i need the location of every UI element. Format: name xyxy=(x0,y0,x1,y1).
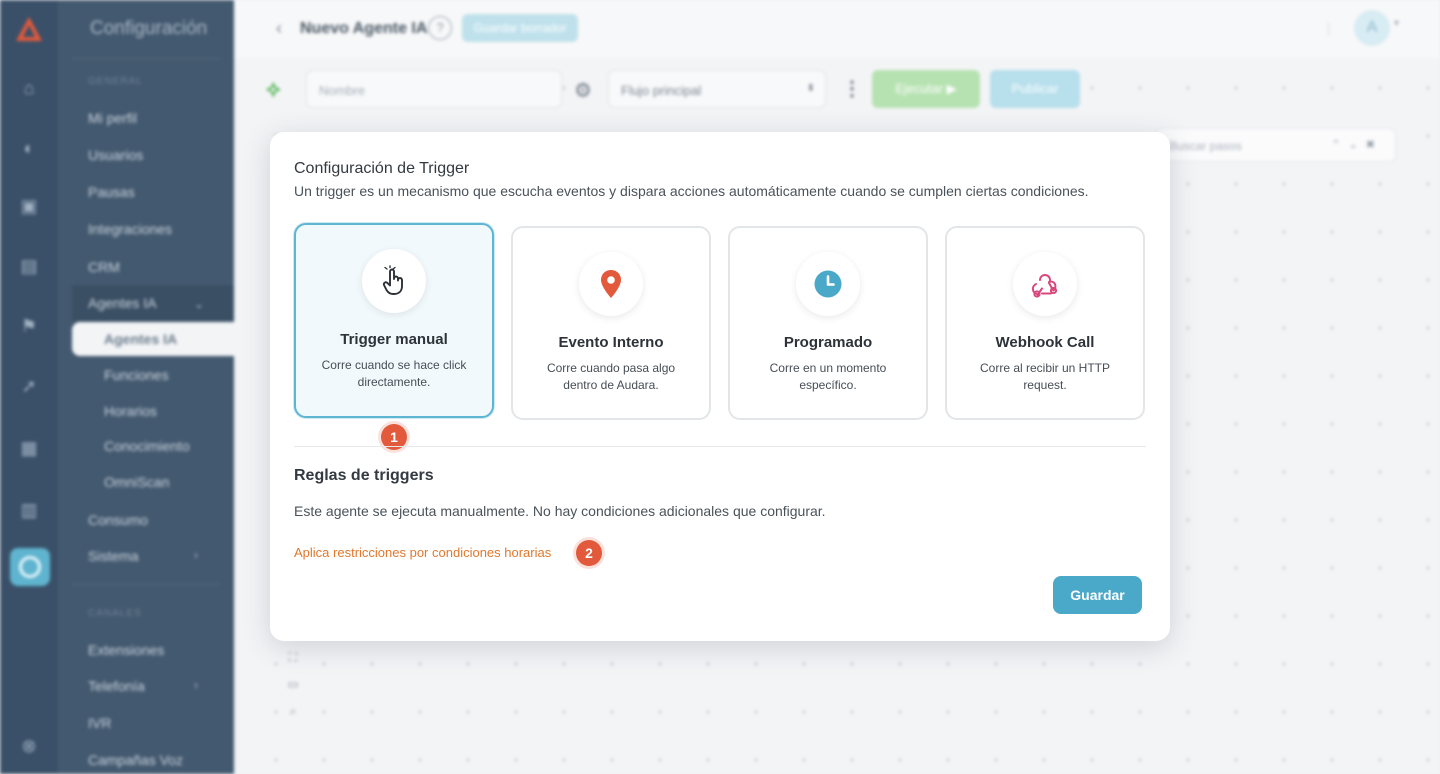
menu-item-conocimiento[interactable]: Conocimiento xyxy=(104,438,190,454)
card-title: Programado xyxy=(783,334,873,351)
flow-logo-icon: ⟡ xyxy=(266,76,281,101)
menu-item-funciones[interactable]: Funciones xyxy=(104,367,169,383)
page-title: Nuevo Agente IA xyxy=(300,20,428,37)
trigger-card-evento-interno[interactable]: Evento Interno Corre cuando pasa algo de… xyxy=(511,226,711,420)
menu-item-agentes-ia-active[interactable]: Agentes IA xyxy=(72,322,234,356)
canvas-zoom-tools: ⛶ ▭ ⌕ xyxy=(282,650,304,732)
menu-section-channels: CANALES xyxy=(88,608,142,619)
run-button[interactable]: Ejecutar ▶ xyxy=(872,70,980,108)
menu-divider xyxy=(72,58,220,59)
help-circle-icon[interactable]: ⊗ xyxy=(19,736,39,756)
save-button[interactable]: Guardar xyxy=(1053,576,1142,614)
menu-item-usuarios[interactable]: Usuarios xyxy=(88,147,143,163)
menu-item-omniscan[interactable]: OmniScan xyxy=(104,474,169,490)
webhook-icon xyxy=(1031,274,1058,298)
step-badge-2: 2 xyxy=(576,540,602,566)
card-description: Corre cuando pasa algo dentro de Audara. xyxy=(546,361,676,392)
settings-rail-button[interactable] xyxy=(10,548,50,586)
minimap-icon[interactable]: ▭ xyxy=(282,677,304,704)
avatar[interactable]: A xyxy=(1354,10,1390,46)
flag-icon[interactable]: ⚑ xyxy=(19,316,39,336)
card-title: Evento Interno xyxy=(558,334,664,351)
trigger-card-webhook[interactable]: Webhook Call Corre al recibir un HTTP re… xyxy=(945,226,1145,420)
menu-title: Configuración xyxy=(90,18,208,39)
time-restrictions-link[interactable]: Aplica restricciones por condiciones hor… xyxy=(294,545,551,560)
top-bar: ‹ Nuevo Agente IA ? Guardar borrador A ▾ xyxy=(234,0,1440,58)
back-arrow-icon[interactable]: ‹ xyxy=(276,18,282,39)
gear-icon[interactable]: ⚙ xyxy=(574,78,592,103)
document-icon[interactable]: ▤ xyxy=(19,256,39,276)
modal-divider xyxy=(294,446,1146,447)
chevron-right-icon: › xyxy=(194,548,198,562)
card-description: Corre en un momento específico. xyxy=(769,361,887,392)
menu-section-general: GENERAL xyxy=(88,76,143,87)
menu-item-integraciones[interactable]: Integraciones xyxy=(88,221,172,237)
fit-view-icon[interactable]: ⛶ xyxy=(282,650,304,677)
settings-icon xyxy=(19,556,41,578)
search-nav-controls[interactable]: ⌃⌄✖ xyxy=(1331,138,1383,151)
audara-logo-icon xyxy=(16,17,42,41)
topbar-separator xyxy=(1328,22,1329,36)
select-arrow-icon: ⬍ xyxy=(806,83,815,94)
zoom-icon[interactable]: ⌕ xyxy=(282,704,304,731)
rocket-icon[interactable]: ➚ xyxy=(19,376,39,396)
menu-item-consumo[interactable]: Consumo xyxy=(88,512,148,528)
menu-item-extensiones[interactable]: Extensiones xyxy=(88,642,164,658)
card-icon-circle xyxy=(579,252,643,316)
calendar-icon[interactable]: ▦ xyxy=(19,438,39,458)
card-icon-circle xyxy=(1013,252,1077,316)
trigger-card-programado[interactable]: Programado Corre en un momento específic… xyxy=(728,226,928,420)
menu-item-mi-perfil[interactable]: Mi perfil xyxy=(88,110,137,126)
menu-item-pausas[interactable]: Pausas xyxy=(88,184,135,200)
search-steps-placeholder: Buscar pasos xyxy=(1169,139,1242,153)
modal-description: Un trigger es un mecanismo que escucha e… xyxy=(294,183,1089,199)
menu-item-sistema[interactable]: Sistema xyxy=(88,548,139,564)
agent-name-input[interactable]: Nombre xyxy=(306,70,562,108)
rules-text: Este agente se ejecuta manualmente. No h… xyxy=(294,503,826,519)
bar-chart-icon[interactable]: ▥ xyxy=(19,500,39,520)
menu-item-label: Agentes IA xyxy=(104,331,178,347)
chevron-right-icon: › xyxy=(194,678,198,692)
trigger-config-modal: Configuración de Trigger Un trigger es u… xyxy=(270,132,1170,641)
inbox-icon[interactable]: ▣ xyxy=(19,196,39,216)
menu-divider xyxy=(72,584,220,585)
rules-title: Reglas de triggers xyxy=(294,467,434,484)
menu-item-telefonia[interactable]: Telefonía xyxy=(88,678,145,694)
card-title: Webhook Call xyxy=(995,334,1095,351)
map-pin-icon xyxy=(601,270,621,298)
search-steps-input[interactable]: Buscar pasos ⌃⌄✖ xyxy=(1156,128,1396,162)
flow-select[interactable]: Flujo principal ⬍ xyxy=(608,70,826,108)
icon-rail: ⌂ ◐ ▣ ▤ ⚑ ➚ ▦ ▥ ⊗ xyxy=(0,0,58,774)
chevron-down-icon: ⌄ xyxy=(194,297,205,311)
save-draft-button[interactable]: Guardar borrador xyxy=(462,14,578,42)
card-icon-circle xyxy=(362,249,426,313)
card-title: Trigger manual xyxy=(340,331,448,348)
card-description: Corre al recibir un HTTP request. xyxy=(979,361,1111,392)
home-icon[interactable]: ⌂ xyxy=(19,78,39,98)
menu-item-campanas-voz[interactable]: Campañas Voz xyxy=(88,752,183,768)
headset-icon[interactable]: ◐ xyxy=(19,138,39,158)
more-options-icon[interactable]: ⋮ xyxy=(842,76,862,101)
menu-item-horarios[interactable]: Horarios xyxy=(104,403,157,419)
card-icon-circle xyxy=(796,252,860,316)
hand-pointer-icon xyxy=(382,265,403,295)
settings-menu: Configuración GENERAL Mi perfil Usuarios… xyxy=(58,0,234,774)
chevron-down-icon[interactable]: ▾ xyxy=(1394,18,1399,29)
card-description: Corre cuando se hace click directamente. xyxy=(321,358,467,389)
trigger-card-manual[interactable]: Trigger manual Corre cuando se hace clic… xyxy=(294,223,494,418)
modal-title: Configuración de Trigger xyxy=(294,160,470,177)
help-icon[interactable]: ? xyxy=(428,16,452,40)
flow-select-value: Flujo principal xyxy=(621,83,702,98)
menu-item-agentes-ia-group[interactable]: Agentes IA xyxy=(88,295,157,311)
menu-item-crm[interactable]: CRM xyxy=(88,259,120,275)
clock-icon xyxy=(814,270,842,298)
menu-item-ivr[interactable]: IVR xyxy=(88,715,111,731)
publish-button[interactable]: Publicar xyxy=(990,70,1080,108)
